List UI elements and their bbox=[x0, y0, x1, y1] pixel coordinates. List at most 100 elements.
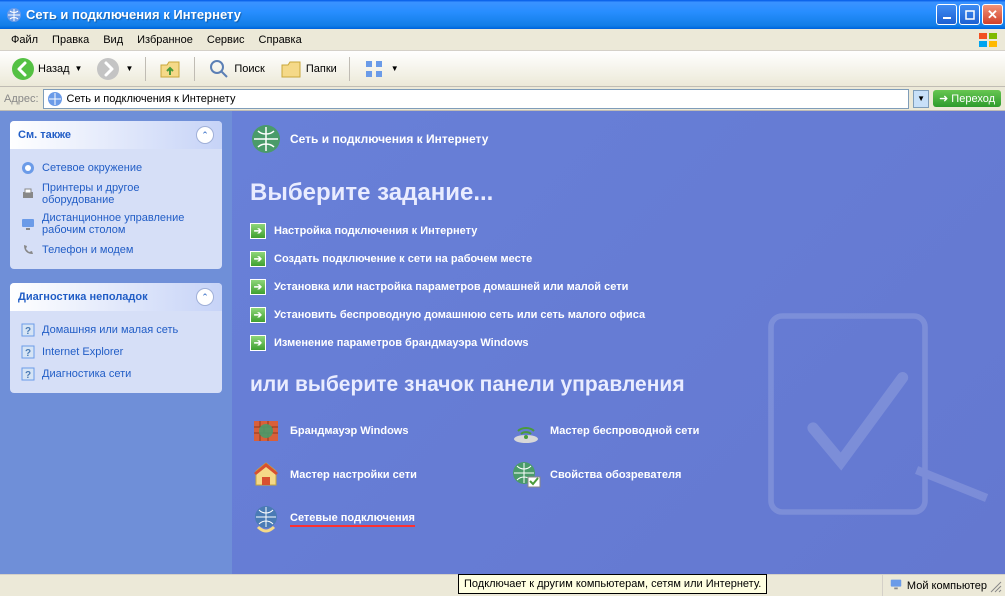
svg-text:?: ? bbox=[25, 326, 31, 337]
menu-tools[interactable]: Сервис bbox=[200, 32, 252, 48]
help-icon: ? bbox=[20, 344, 36, 360]
arrow-icon: ➔ bbox=[250, 251, 266, 267]
go-arrow-icon: ➜ bbox=[939, 92, 948, 105]
background-decoration bbox=[715, 274, 995, 554]
network-connections-icon bbox=[6, 7, 22, 23]
close-button[interactable]: ✕ bbox=[982, 4, 1003, 25]
tooltip: Подключает к другим компьютерам, сетям и… bbox=[458, 574, 767, 594]
main-area: Сеть и подключения к Интернету Выберите … bbox=[232, 111, 1005, 574]
network-connections-icon bbox=[47, 91, 63, 107]
sidebar-link-phone-modem[interactable]: Телефон и модем bbox=[20, 239, 212, 261]
task-label: Настройка подключения к Интернету bbox=[274, 225, 477, 237]
panel-title: Диагностика неполадок bbox=[18, 291, 196, 303]
addressbar: Адрес: Сеть и подключения к Интернету ▼ … bbox=[0, 87, 1005, 111]
separator bbox=[194, 57, 195, 81]
remote-desktop-icon bbox=[20, 216, 36, 232]
status-location-text: Мой компьютер bbox=[907, 580, 987, 592]
sidebar-link-ie[interactable]: ? Internet Explorer bbox=[20, 341, 212, 363]
task-internet-connection[interactable]: ➔ Настройка подключения к Интернету bbox=[250, 223, 987, 239]
help-icon: ? bbox=[20, 322, 36, 338]
folders-button[interactable]: Папки bbox=[274, 54, 342, 84]
cp-label: Мастер настройки сети bbox=[290, 469, 417, 481]
cp-item-wireless-wizard[interactable]: Мастер беспроводной сети bbox=[510, 415, 750, 447]
menu-help[interactable]: Справка bbox=[252, 32, 309, 48]
task-label: Установка или настройка параметров домаш… bbox=[274, 281, 628, 293]
task-label: Создать подключение к сети на рабочем ме… bbox=[274, 253, 532, 265]
search-label: Поиск bbox=[234, 63, 264, 75]
chevron-down-icon: ▼ bbox=[391, 64, 399, 73]
go-label: Переход bbox=[951, 93, 995, 105]
arrow-icon: ➔ bbox=[250, 279, 266, 295]
sidebar-link-remote-desktop[interactable]: Дистанционное управление рабочим столом bbox=[20, 209, 212, 239]
sidebar-link-printers[interactable]: Принтеры и другое оборудование bbox=[20, 179, 212, 209]
panel-header[interactable]: Диагностика неполадок ⌃ bbox=[10, 283, 222, 311]
menu-edit[interactable]: Правка bbox=[45, 32, 96, 48]
content-area: См. также ⌃ Сетевое окружение Принтеры и… bbox=[0, 111, 1005, 574]
titlebar: Сеть и подключения к Интернету ✕ bbox=[0, 0, 1005, 29]
arrow-icon: ➔ bbox=[250, 335, 266, 351]
menu-view[interactable]: Вид bbox=[96, 32, 130, 48]
task-label: Изменение параметров брандмауэра Windows bbox=[274, 337, 529, 349]
back-icon bbox=[11, 57, 35, 81]
network-wizard-icon bbox=[250, 459, 282, 491]
sidebar-link-network-diag[interactable]: ? Диагностика сети bbox=[20, 363, 212, 385]
views-button[interactable]: ▼ bbox=[357, 54, 404, 84]
task-workplace-connection[interactable]: ➔ Создать подключение к сети на рабочем … bbox=[250, 251, 987, 267]
menu-favorites[interactable]: Избранное bbox=[130, 32, 200, 48]
panel-see-also: См. также ⌃ Сетевое окружение Принтеры и… bbox=[10, 121, 222, 269]
cp-item-network-wizard[interactable]: Мастер настройки сети bbox=[250, 459, 490, 491]
pick-task-heading: Выберите задание... bbox=[250, 179, 987, 207]
network-connections-icon bbox=[250, 503, 282, 535]
firewall-icon bbox=[250, 415, 282, 447]
task-label: Установить беспроводную домашнюю сеть ил… bbox=[274, 309, 645, 321]
network-places-icon bbox=[20, 160, 36, 176]
internet-options-icon bbox=[510, 459, 542, 491]
wireless-wizard-icon bbox=[510, 415, 542, 447]
panel-header[interactable]: См. также ⌃ bbox=[10, 121, 222, 149]
cp-label: Брандмауэр Windows bbox=[290, 425, 408, 437]
link-label: Принтеры и другое оборудование bbox=[42, 182, 212, 206]
separator bbox=[145, 57, 146, 81]
chevron-down-icon: ▼ bbox=[125, 64, 133, 73]
chevron-down-icon: ▼ bbox=[75, 64, 83, 73]
sidebar-link-home-network[interactable]: ? Домашняя или малая сеть bbox=[20, 319, 212, 341]
cp-item-internet-options[interactable]: Свойства обозревателя bbox=[510, 459, 750, 491]
menu-file[interactable]: Файл bbox=[4, 32, 45, 48]
up-button[interactable] bbox=[153, 54, 187, 84]
folders-label: Папки bbox=[306, 63, 337, 75]
printer-icon bbox=[20, 186, 36, 202]
sidebar-link-network-places[interactable]: Сетевое окружение bbox=[20, 157, 212, 179]
cp-item-network-connections[interactable]: Сетевые подключения bbox=[250, 503, 490, 535]
svg-text:?: ? bbox=[25, 348, 31, 359]
menubar: Файл Правка Вид Избранное Сервис Справка bbox=[0, 29, 1005, 51]
back-label: Назад bbox=[38, 63, 70, 75]
cp-label: Сетевые подключения bbox=[290, 512, 415, 527]
search-button[interactable]: Поиск bbox=[202, 54, 269, 84]
search-icon bbox=[207, 57, 231, 81]
maximize-button[interactable] bbox=[959, 4, 980, 25]
address-field[interactable]: Сеть и подключения к Интернету bbox=[43, 89, 910, 109]
panel-troubleshooting: Диагностика неполадок ⌃ ? Домашняя или м… bbox=[10, 283, 222, 393]
back-button[interactable]: Назад ▼ bbox=[6, 54, 87, 84]
arrow-icon: ➔ bbox=[250, 223, 266, 239]
minimize-button[interactable] bbox=[936, 4, 957, 25]
go-button[interactable]: ➜ Переход bbox=[933, 90, 1001, 107]
network-category-icon bbox=[250, 123, 282, 155]
resize-grip[interactable] bbox=[989, 580, 1003, 594]
address-value: Сеть и подключения к Интернету bbox=[67, 93, 906, 105]
statusbar: Подключает к другим компьютерам, сетям и… bbox=[0, 574, 1005, 596]
collapse-icon: ⌃ bbox=[196, 288, 214, 306]
cp-item-firewall[interactable]: Брандмауэр Windows bbox=[250, 415, 490, 447]
svg-text:?: ? bbox=[25, 370, 31, 381]
forward-icon bbox=[96, 57, 120, 81]
help-icon: ? bbox=[20, 366, 36, 382]
link-label: Диагностика сети bbox=[42, 368, 131, 380]
category-header: Сеть и подключения к Интернету bbox=[250, 123, 987, 155]
cp-label: Свойства обозревателя bbox=[550, 469, 681, 481]
collapse-icon: ⌃ bbox=[196, 126, 214, 144]
phone-icon bbox=[20, 242, 36, 258]
address-dropdown[interactable]: ▼ bbox=[913, 90, 929, 108]
forward-button[interactable]: ▼ bbox=[91, 54, 138, 84]
views-icon bbox=[362, 57, 386, 81]
address-label: Адрес: bbox=[4, 93, 39, 105]
